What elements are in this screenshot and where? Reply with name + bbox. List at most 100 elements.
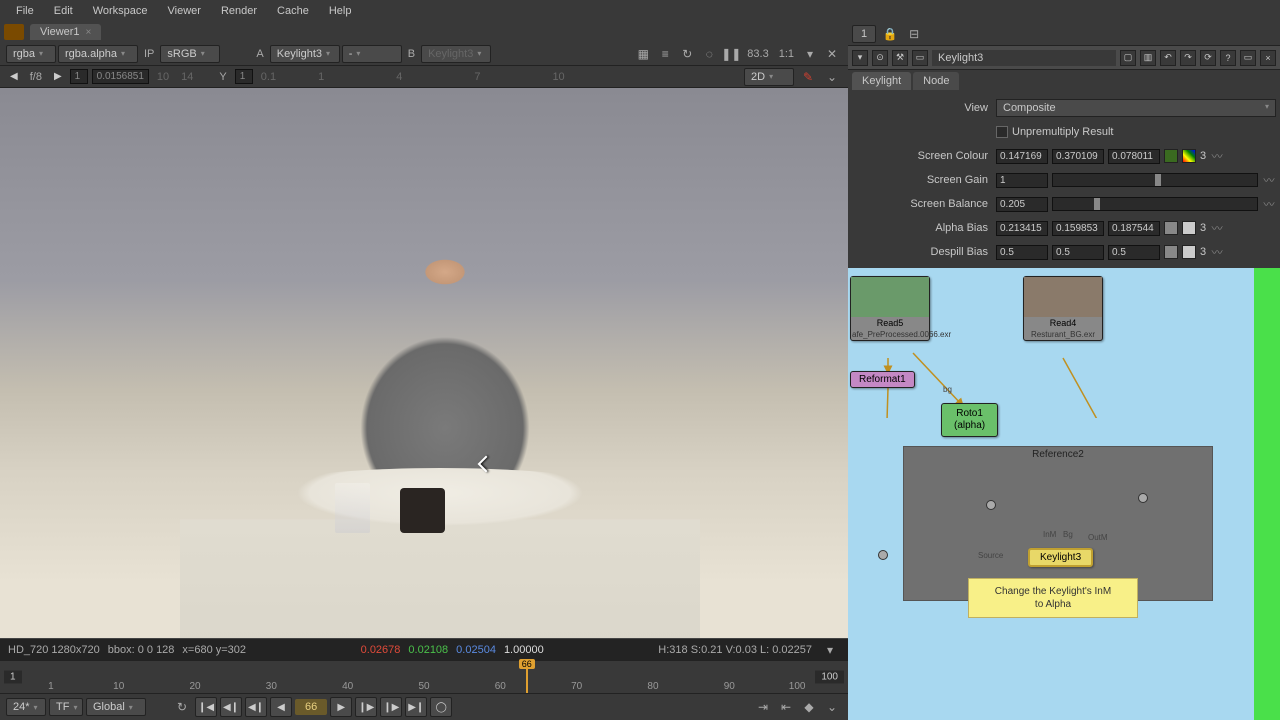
float-icon[interactable]: ▭ <box>1240 50 1256 66</box>
list-icon[interactable]: ≡ <box>655 45 675 63</box>
dot-node[interactable] <box>878 550 888 560</box>
expand-icon[interactable]: ⌄ <box>822 698 842 716</box>
unpremult-checkbox[interactable] <box>996 126 1008 138</box>
hide-icon[interactable]: ▥ <box>1140 50 1156 66</box>
chevron-down-icon[interactable]: ▾ <box>820 641 840 659</box>
sticky-note[interactable]: Change the Keylight's InM to Alpha <box>968 578 1138 618</box>
chevron-down-icon[interactable]: ▾ <box>800 45 820 63</box>
color-icon[interactable]: ▭ <box>912 50 928 66</box>
ab-red[interactable] <box>996 221 1048 236</box>
help-icon[interactable]: ? <box>1220 50 1236 66</box>
screen-balance-input[interactable] <box>996 197 1048 212</box>
ab-num[interactable]: 3 <box>1200 222 1206 234</box>
revert-icon[interactable]: ⟳ <box>1200 50 1216 66</box>
b-input-dropdown[interactable]: Keylight3 <box>421 45 491 63</box>
layer-dropdown[interactable]: rgba.alpha <box>58 45 138 63</box>
tab-keylight[interactable]: Keylight <box>852 72 911 90</box>
node-name[interactable]: Keylight3 <box>932 50 1116 66</box>
out-icon[interactable]: ⇤ <box>776 698 796 716</box>
current-frame[interactable]: 66 <box>295 699 327 715</box>
node-keylight3[interactable]: Keylight3 <box>1028 548 1093 567</box>
play-forward-button[interactable]: ▶ <box>330 697 352 717</box>
menu-edit[interactable]: Edit <box>46 2 81 20</box>
play-back-button[interactable]: ◀ <box>270 697 292 717</box>
db-swatch[interactable] <box>1164 245 1178 259</box>
sc-blue[interactable] <box>1108 149 1160 164</box>
step-back-button[interactable]: ◀❙ <box>245 697 267 717</box>
key-icon[interactable]: ◆ <box>799 698 819 716</box>
pause-icon[interactable]: ❚❚ <box>721 45 741 63</box>
stop-button[interactable]: ◯ <box>430 697 452 717</box>
step-forward-button[interactable]: ❙▶ <box>355 697 377 717</box>
end-frame[interactable]: 100 <box>815 671 844 684</box>
record-icon[interactable]: ✎ <box>798 68 818 86</box>
menu-render[interactable]: Render <box>213 2 265 20</box>
anim-icon[interactable]: 〰 <box>1262 173 1276 187</box>
start-frame[interactable]: 1 <box>4 671 22 684</box>
db-red[interactable] <box>996 245 1048 260</box>
clip-icon[interactable]: ▦ <box>633 45 653 63</box>
view-dropdown[interactable]: Composite <box>996 99 1276 117</box>
refresh-icon[interactable]: ↻ <box>677 45 697 63</box>
menu-workspace[interactable]: Workspace <box>85 2 156 20</box>
screen-balance-slider[interactable] <box>1052 197 1258 211</box>
redo-icon[interactable]: ↷ <box>1180 50 1196 66</box>
sc-swatch[interactable] <box>1164 149 1178 163</box>
mode-dropdown[interactable]: 2D <box>744 68 794 86</box>
roi-icon[interactable]: ◌ <box>699 45 719 63</box>
tf-dropdown[interactable]: TF <box>49 698 83 716</box>
screen-gain-input[interactable] <box>996 173 1048 188</box>
close-icon[interactable]: × <box>1260 50 1276 66</box>
node-roto1[interactable]: Roto1 (alpha) <box>941 403 998 437</box>
a-input-dropdown[interactable]: Keylight3 <box>270 45 340 63</box>
anim-icon[interactable]: 〰 <box>1210 245 1224 259</box>
first-frame-button[interactable]: ❙◀ <box>195 697 217 717</box>
prev-arrow-icon[interactable]: ◀ <box>6 71 22 82</box>
menu-help[interactable]: Help <box>321 2 360 20</box>
center-icon[interactable]: ⊙ <box>872 50 888 66</box>
node-graph[interactable]: Read5 afe_PreProcessed.0066.exr Read4 Re… <box>848 268 1280 720</box>
next-key-button[interactable]: ❙▶ <box>380 697 402 717</box>
sc-green[interactable] <box>1052 149 1104 164</box>
db-blue[interactable] <box>1108 245 1160 260</box>
undo-icon[interactable]: ↶ <box>1160 50 1176 66</box>
ab-swatch2[interactable] <box>1182 221 1196 235</box>
node-reformat1[interactable]: Reformat1 <box>850 371 915 388</box>
fps-dropdown[interactable]: 24* <box>6 698 46 716</box>
ratio-value[interactable]: 1:1 <box>775 48 798 60</box>
last-frame-button[interactable]: ▶❙ <box>405 697 427 717</box>
lut-dropdown[interactable]: sRGB <box>160 45 220 63</box>
fstop-value[interactable]: 1 <box>70 69 88 84</box>
collapse-icon[interactable]: ▾ <box>852 50 868 66</box>
channel-dropdown[interactable]: rgba <box>6 45 56 63</box>
sc-num[interactable]: 3 <box>1200 150 1206 162</box>
node-read5[interactable]: Read5 afe_PreProcessed.0066.exr <box>850 276 930 341</box>
prop-count[interactable]: 1 <box>852 25 876 43</box>
next-arrow-icon[interactable]: ▶ <box>50 71 66 82</box>
x-num[interactable]: 0.0156851 <box>92 69 149 84</box>
a-view-dropdown[interactable]: - <box>342 45 402 63</box>
loop-icon[interactable]: ↻ <box>172 698 192 716</box>
dot-node[interactable] <box>986 500 996 510</box>
anim-icon[interactable]: 〰 <box>1262 197 1276 211</box>
in-icon[interactable]: ⇥ <box>753 698 773 716</box>
ab-swatch[interactable] <box>1164 221 1178 235</box>
tool-icon[interactable]: ⚒ <box>892 50 908 66</box>
zoom-value[interactable]: 83.3 <box>743 48 772 60</box>
prev-key-button[interactable]: ◀❙ <box>220 697 242 717</box>
playhead[interactable]: 66 <box>526 661 528 693</box>
close-panel-icon[interactable]: ✕ <box>822 45 842 63</box>
scope-dropdown[interactable]: Global <box>86 698 146 716</box>
dot-node[interactable] <box>1138 493 1148 503</box>
ab-blue[interactable] <box>1108 221 1160 236</box>
sc-red[interactable] <box>996 149 1048 164</box>
menu-viewer[interactable]: Viewer <box>160 2 209 20</box>
ab-green[interactable] <box>1052 221 1104 236</box>
anim-icon[interactable]: 〰 <box>1210 149 1224 163</box>
y-value[interactable]: 1 <box>235 69 253 84</box>
tab-viewer1[interactable]: Viewer1 × <box>30 24 101 40</box>
screen-gain-slider[interactable] <box>1052 173 1258 187</box>
close-icon[interactable]: × <box>86 27 92 38</box>
menu-cache[interactable]: Cache <box>269 2 317 20</box>
db-num[interactable]: 3 <box>1200 246 1206 258</box>
